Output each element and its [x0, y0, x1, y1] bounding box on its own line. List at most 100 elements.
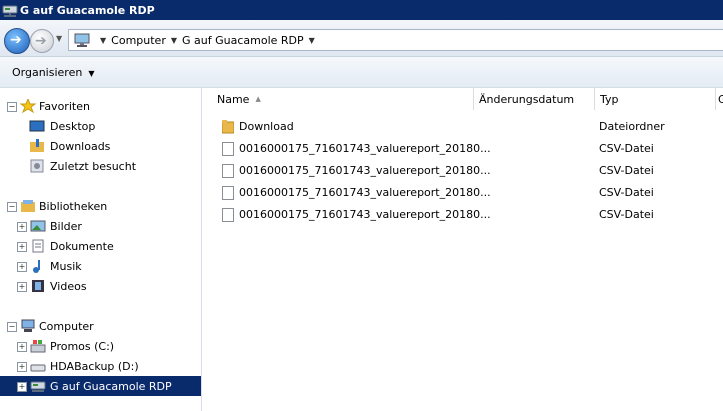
address-field[interactable]: ▼ Computer ▼ G auf Guacamole RDP ▼ — [68, 29, 723, 51]
column-type-label: Typ — [600, 92, 619, 106]
breadcrumb-current[interactable]: G auf Guacamole RDP — [182, 34, 304, 47]
music-icon — [33, 260, 40, 273]
nav-item-label: Bilder — [50, 220, 82, 233]
breadcrumb-chevron-icon[interactable]: ▼ — [171, 36, 177, 45]
expand-icon[interactable]: + — [17, 262, 27, 272]
file-name: 0016000175_71601743_valuereport_20180... — [239, 142, 491, 155]
nav-item-guacamole-drive[interactable]: + G auf Guacamole RDP — [0, 376, 201, 396]
file-name: Download — [239, 120, 294, 133]
nav-computer[interactable]: − Computer — [0, 316, 201, 336]
file-row-folder[interactable]: Download Dateiordner — [202, 117, 723, 137]
file-name: 0016000175_71601743_valuereport_20180... — [239, 186, 491, 199]
nav-computer-label: Computer — [39, 320, 94, 333]
nav-item-label: Promos (C:) — [50, 340, 115, 353]
collapse-icon[interactable]: − — [7, 322, 17, 332]
window-title: G auf Guacamole RDP — [20, 3, 155, 17]
breadcrumb-chevron-icon[interactable]: ▼ — [100, 36, 106, 45]
computer-icon — [21, 319, 35, 332]
downloads-folder-icon — [30, 139, 44, 152]
file-row[interactable]: 0016000175_71601743_valuereport_20180...… — [202, 205, 723, 225]
expand-icon[interactable]: + — [17, 382, 27, 392]
nav-item-label: G auf Guacamole RDP — [50, 380, 172, 393]
back-button[interactable]: ➔ — [4, 28, 30, 54]
expand-icon[interactable]: + — [17, 242, 27, 252]
nav-item-videos[interactable]: + Videos — [0, 276, 201, 296]
organize-label: Organisieren — [12, 65, 83, 79]
nav-favorites-label: Favoriten — [39, 100, 90, 113]
nav-item-desktop[interactable]: Desktop — [0, 116, 201, 136]
file-list-pane: Name ▲ Änderungsdatum Typ G Download Date… — [202, 88, 723, 411]
forward-button[interactable]: ➔ — [30, 29, 54, 53]
videos-icon — [32, 280, 44, 292]
file-row[interactable]: 0016000175_71601743_valuereport_20180...… — [202, 139, 723, 159]
file-icon — [222, 186, 234, 200]
computer-icon — [74, 33, 90, 47]
nav-favorites[interactable]: − Favoriten — [0, 96, 201, 116]
nav-item-music[interactable]: + Musik — [0, 256, 201, 276]
nav-item-label: Zuletzt besucht — [50, 160, 137, 173]
nav-item-recent[interactable]: Zuletzt besucht — [0, 156, 201, 176]
expand-icon[interactable]: + — [17, 362, 27, 372]
column-size-label: G — [718, 92, 723, 106]
column-header-type[interactable]: Typ — [595, 88, 716, 110]
recent-places-icon — [30, 159, 44, 173]
file-icon — [222, 164, 234, 178]
file-row[interactable]: 0016000175_71601743_valuereport_20180...… — [202, 183, 723, 203]
command-bar: Organisieren ▼ — [0, 57, 723, 88]
nav-item-drive-d[interactable]: + HDABackup (D:) — [0, 356, 201, 376]
nav-item-label: Videos — [50, 280, 87, 293]
nav-item-documents[interactable]: + Dokumente — [0, 236, 201, 256]
collapse-icon[interactable]: − — [7, 202, 17, 212]
column-header-size[interactable]: G — [716, 88, 723, 110]
column-header-date[interactable]: Änderungsdatum — [474, 88, 595, 110]
nav-item-downloads[interactable]: Downloads — [0, 136, 201, 156]
nav-item-label: Dokumente — [50, 240, 114, 253]
network-drive-icon — [2, 5, 18, 17]
network-drive-icon — [30, 381, 46, 392]
arrow-left-icon: ➔ — [10, 32, 22, 48]
window-titlebar: G auf Guacamole RDP — [0, 0, 723, 20]
caret-down-icon: ▼ — [88, 68, 95, 78]
arrow-right-icon: ➔ — [35, 33, 47, 49]
address-bar-area: ➔ ➔ ▼ ▼ Computer ▼ G auf Guacamole RDP ▼ — [0, 20, 723, 57]
star-icon — [20, 99, 36, 113]
nav-item-label: Desktop — [50, 120, 96, 133]
sort-ascending-icon: ▲ — [255, 95, 261, 103]
system-drive-icon — [30, 340, 46, 353]
file-type: CSV-Datei — [599, 142, 654, 155]
breadcrumb-chevron-icon[interactable]: ▼ — [309, 36, 315, 45]
nav-item-label: HDABackup (D:) — [50, 360, 139, 373]
file-type: CSV-Datei — [599, 208, 654, 221]
nav-libraries[interactable]: − Bibliotheken — [0, 196, 201, 216]
breadcrumb-computer[interactable]: Computer — [111, 34, 166, 47]
nav-item-label: Musik — [50, 260, 82, 273]
file-row[interactable]: 0016000175_71601743_valuereport_20180...… — [202, 161, 723, 181]
nav-item-pictures[interactable]: + Bilder — [0, 216, 201, 236]
file-type: CSV-Datei — [599, 164, 654, 177]
column-date-label: Änderungsdatum — [479, 92, 575, 106]
documents-icon — [32, 239, 44, 253]
collapse-icon[interactable]: − — [7, 102, 17, 112]
expand-icon[interactable]: + — [17, 342, 27, 352]
file-type: CSV-Datei — [599, 186, 654, 199]
navigation-pane: − Favoriten Desktop Downloads Zuletzt be… — [0, 88, 202, 411]
file-name: 0016000175_71601743_valuereport_20180... — [239, 164, 491, 177]
column-header-name[interactable]: Name ▲ — [202, 88, 474, 110]
expand-icon[interactable]: + — [17, 282, 27, 292]
column-name-label: Name — [217, 92, 250, 106]
file-type: Dateiordner — [599, 120, 665, 133]
folder-icon — [222, 120, 234, 134]
file-icon — [222, 142, 234, 156]
file-icon — [222, 208, 234, 222]
nav-libraries-label: Bibliotheken — [39, 200, 108, 213]
libraries-icon — [21, 200, 35, 212]
nav-item-label: Downloads — [50, 140, 111, 153]
desktop-icon — [29, 120, 45, 132]
history-dropdown-icon[interactable]: ▼ — [56, 34, 62, 43]
hard-drive-icon — [30, 364, 46, 372]
nav-item-drive-c[interactable]: + Promos (C:) — [0, 336, 201, 356]
pictures-icon — [30, 220, 46, 232]
file-name: 0016000175_71601743_valuereport_20180... — [239, 208, 491, 221]
expand-icon[interactable]: + — [17, 222, 27, 232]
organize-menu-button[interactable]: Organisieren ▼ — [12, 66, 94, 79]
